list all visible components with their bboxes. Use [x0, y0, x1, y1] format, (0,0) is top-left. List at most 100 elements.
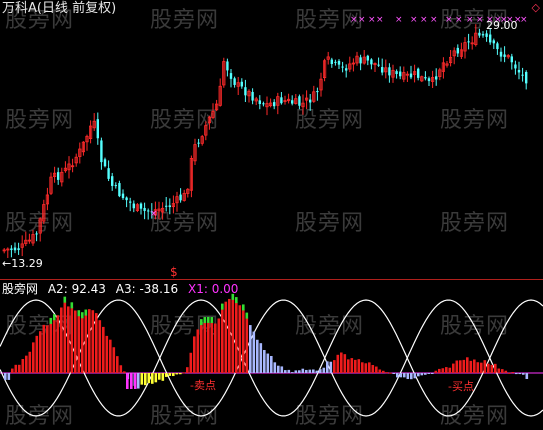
histogram-bar	[473, 359, 476, 373]
histogram-bar	[326, 361, 329, 373]
cross-marker-icon: ×	[420, 15, 428, 25]
histogram-bar	[483, 360, 487, 373]
histogram-bar	[88, 309, 91, 373]
histogram-bar	[280, 366, 284, 373]
histogram-bar	[518, 373, 522, 375]
candle-body	[57, 172, 60, 180]
histogram-bar	[413, 373, 417, 379]
histogram-bar	[228, 298, 231, 373]
histogram-bar	[25, 355, 28, 373]
histogram-bar	[420, 373, 424, 376]
histogram-cap	[63, 296, 67, 303]
histogram-bar	[134, 373, 137, 389]
histogram-bar	[357, 359, 361, 373]
chart-title: 万科A(日线 前复权)	[2, 1, 117, 16]
histogram-bar	[14, 364, 18, 373]
candle-body	[503, 54, 506, 57]
indicator-chart[interactable]	[0, 280, 543, 423]
histogram-bar	[504, 370, 508, 373]
histogram-bar	[200, 324, 203, 373]
histogram-bar	[74, 310, 77, 373]
candle-body	[107, 168, 110, 179]
histogram-bar	[77, 315, 81, 373]
candle-body	[240, 81, 243, 87]
histogram-bar	[151, 373, 154, 384]
candle-body	[467, 41, 470, 43]
candle-body	[233, 78, 236, 85]
histogram-bar	[210, 322, 214, 373]
a3-value: -38.16	[139, 282, 179, 296]
histogram-bar	[431, 373, 434, 374]
histogram-bar	[249, 325, 252, 373]
candle-body	[114, 185, 117, 187]
histogram-bar	[119, 365, 123, 373]
histogram-bar	[455, 360, 459, 373]
x1-value: 0.00	[211, 282, 239, 296]
cross-marker-icon: ×	[466, 15, 474, 25]
indicator-name: 股旁网	[2, 282, 39, 296]
candle-body	[337, 60, 341, 65]
candle-body	[341, 66, 344, 68]
histogram-bar	[231, 298, 235, 373]
histogram-bar	[53, 319, 56, 373]
candle-body	[273, 102, 276, 107]
candle-body	[197, 142, 200, 144]
histogram-bar	[291, 372, 294, 374]
cross-marker-icon: ×	[150, 209, 158, 219]
histogram-bar	[462, 359, 466, 373]
candle-body	[291, 100, 294, 104]
histogram-bar	[217, 318, 221, 373]
histogram-bar	[501, 369, 504, 373]
histogram-bar	[319, 369, 322, 373]
histogram-bar	[308, 369, 312, 373]
histogram-bar	[4, 373, 7, 380]
candle-body	[517, 69, 521, 73]
stock-chart-window: 股旁网 股旁网 股旁网 股旁网 股旁网 股旁网 股旁网 股旁网 股旁网 股旁网 …	[0, 0, 543, 429]
candle-body	[125, 197, 128, 201]
histogram-bar	[221, 308, 224, 373]
histogram-cap	[81, 312, 84, 319]
price-candlestick-chart[interactable]: × × × × × × × × × × × × × ××× ×××	[0, 0, 543, 279]
histogram-bar	[389, 372, 392, 374]
histogram-bar	[140, 373, 144, 385]
candle-body	[427, 78, 431, 82]
candle-body	[366, 55, 369, 61]
cross-marker-icon: ×	[445, 15, 453, 25]
histogram-bar	[508, 372, 511, 374]
histogram-bar	[46, 325, 49, 373]
diamond-icon[interactable]: ◇	[532, 2, 540, 13]
histogram-bar	[354, 359, 357, 373]
candle-body	[456, 47, 459, 54]
candle-body	[244, 87, 247, 96]
histogram-bar	[11, 368, 14, 373]
candle-body	[521, 74, 524, 76]
histogram-bar	[95, 313, 98, 373]
cross-marker-icon: ×	[520, 15, 528, 25]
candle-body	[381, 67, 384, 73]
histogram-bar	[368, 362, 371, 373]
histogram-bar	[497, 368, 501, 373]
histogram-bar	[515, 373, 518, 375]
candle-body	[103, 159, 107, 167]
low-price-label: ←13.29	[2, 257, 43, 270]
histogram-bar	[385, 372, 389, 374]
histogram-bar	[399, 373, 403, 378]
candle-body	[499, 51, 503, 57]
histogram-bar	[336, 354, 340, 373]
histogram-bar	[235, 302, 238, 373]
histogram-bar	[84, 314, 88, 373]
dollar-marker-icon: $	[170, 265, 178, 279]
histogram-bar	[63, 301, 67, 373]
histogram-bar	[203, 322, 207, 373]
histogram-bar	[315, 370, 319, 373]
histogram-bar	[410, 373, 413, 380]
histogram-bar	[130, 373, 133, 389]
candle-body	[13, 247, 17, 251]
histogram-cap	[203, 317, 207, 324]
histogram-bar	[123, 371, 126, 373]
histogram-bar	[480, 362, 483, 373]
histogram-bar	[263, 350, 266, 373]
histogram-bar	[406, 373, 410, 380]
candle-body	[121, 193, 125, 199]
histogram-cap	[200, 319, 203, 326]
